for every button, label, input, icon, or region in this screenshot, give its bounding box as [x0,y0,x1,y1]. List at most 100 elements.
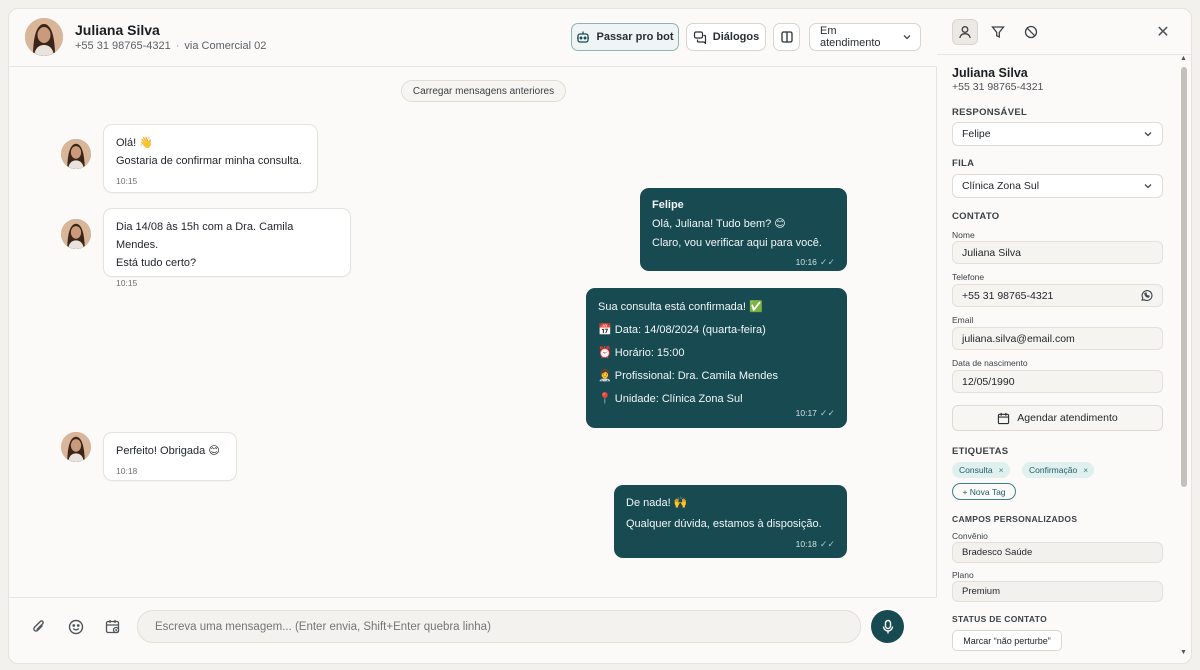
message-text: 📅 Data: 14/08/2024 (quarta-feira) [598,324,766,336]
tab-block[interactable] [1018,19,1044,45]
responsavel-value: Felipe [962,128,991,140]
tag-chip[interactable]: Confirmação × [1022,462,1095,478]
dialogs-icon [693,30,707,44]
scroll-up-icon[interactable]: ▲ [1180,55,1187,62]
double-check-icon: ✓✓ [819,408,835,418]
chevron-down-icon [1143,129,1153,139]
contact-name: Juliana Silva [75,22,160,38]
split-view-icon [780,30,794,44]
message-text: Dia 14/08 às 15h com a Dra. Camila Mende… [116,221,294,251]
message-time: 10:17 [795,408,817,418]
scrollbar-thumb[interactable] [1181,67,1187,487]
section-title-fila: FILA [952,158,975,169]
remove-tag-icon[interactable]: × [999,465,1004,475]
tag-chip[interactable]: Consulta × [952,462,1010,478]
message-text: Perfeito! Obrigada 😊 [116,445,220,457]
tag-label: Confirmação [1029,465,1078,475]
pass-to-bot-button[interactable]: Passar pro bot [571,23,679,51]
double-check-icon: ✓✓ [819,539,835,549]
calendar-icon [997,412,1010,425]
message-text: Qualquer dúvida, estamos à disposição. [626,518,822,530]
message-input[interactable] [137,610,861,643]
user-icon [958,25,972,39]
contact-subline: +55 31 98765-4321 · via Comercial 02 [75,40,266,52]
chevron-down-icon [902,32,912,42]
app-window: Juliana Silva +55 31 98765-4321 · via Come… [8,8,1192,664]
responsavel-select[interactable]: Felipe [952,122,1163,146]
plano-field[interactable]: Premium [952,581,1163,602]
filter-icon [991,25,1005,39]
message-bubble-incoming: Perfeito! Obrigada 😊 10:18 [103,432,237,481]
telefone-label: Telefone [952,272,985,282]
section-title-status: STATUS DE CONTATO [952,614,1047,624]
message-meta: 10:16 ✓✓ [796,253,835,272]
emoji-icon[interactable] [67,618,85,636]
message-text: Gostaria de confirmar minha consulta. [116,155,302,167]
contact-avatar-small [61,432,91,462]
close-icon[interactable]: ✕ [1153,22,1173,42]
convenio-value: Bradesco Saúde [962,547,1033,558]
fila-select[interactable]: Clínica Zona Sul [952,174,1163,198]
side-panel-tabs: ✕ [937,9,1191,55]
pass-to-bot-label: Passar pro bot [596,31,674,43]
toggle-panel-button[interactable] [773,23,800,51]
message-text: De nada! 🙌 [626,497,688,509]
remove-tag-icon[interactable]: × [1083,465,1088,475]
plano-label: Plano [952,570,974,580]
side-panel-scrollbar[interactable]: ▲ ▼ [1180,55,1187,657]
nome-field[interactable]: Juliana Silva [952,241,1163,264]
email-label: Email [952,315,974,325]
nascimento-field[interactable]: 12/05/1990 [952,370,1163,393]
contact-avatar-small [61,219,91,249]
schedule-message-icon[interactable] [104,618,122,636]
tab-contact[interactable] [952,19,978,45]
message-text: Olá! 👋 [116,137,153,149]
attach-icon[interactable] [30,618,48,636]
chevron-down-icon [1143,181,1153,191]
message-time: 10:15 [116,278,138,288]
message-text: Sua consulta está confirmada! ✅ [598,301,763,313]
email-value: juliana.silva@email.com [962,332,1075,345]
section-title-etiquetas: ETIQUETAS [952,446,1009,457]
contact-channel: via Comercial 02 [184,40,267,52]
convenio-field[interactable]: Bradesco Saúde [952,542,1163,563]
telefone-value: +55 31 98765-4321 [962,289,1054,302]
nome-label: Nome [952,230,975,240]
dialogs-button[interactable]: Diálogos [686,23,766,51]
whatsapp-icon[interactable] [1140,289,1153,302]
email-field[interactable]: juliana.silva@email.com [952,327,1163,350]
section-title-responsavel: RESPONSÁVEL [952,107,1028,118]
message-bubble-incoming: Olá! 👋 Gostaria de confirmar minha consu… [103,124,318,193]
message-time: 10:18 [795,539,817,549]
message-time: 10:15 [116,176,138,186]
status-select-value: Em atendimento [820,25,881,49]
separator-dot: · [175,40,180,52]
message-bubble-incoming: Dia 14/08 às 15h com a Dra. Camila Mende… [103,208,351,288]
nome-value: Juliana Silva [962,246,1021,259]
side-contact-name: Juliana Silva [952,66,1028,80]
convenio-label: Convênio [952,531,988,541]
contact-avatar[interactable] [25,18,63,56]
bot-icon [576,30,590,44]
message-text: ⏰ Horário: 15:00 [598,347,685,359]
load-previous-button[interactable]: Carregar mensagens anteriores [401,80,566,102]
nascimento-value: 12/05/1990 [962,375,1015,388]
scroll-down-icon[interactable]: ▼ [1180,649,1187,656]
new-tag-button[interactable]: + Nova Tag [952,483,1016,500]
status-select[interactable]: Em atendimento [809,23,921,51]
fila-value: Clínica Zona Sul [962,180,1040,192]
message-meta: 10:17 ✓✓ [796,406,835,420]
message-bubble-outgoing: Felipe Olá, Juliana! Tudo bem? 😊 Claro, … [640,188,847,271]
tab-filter[interactable] [985,19,1011,45]
tag-label: Consulta [959,465,993,475]
plano-value: Premium [962,586,1001,597]
message-text: 👩‍⚕️ Profissional: Dra. Camila Mendes [598,370,778,382]
block-icon [1024,25,1038,39]
message-bubble-outgoing: De nada! 🙌 Qualquer dúvida, estamos à di… [614,485,847,558]
chat-header: Juliana Silva +55 31 98765-4321 · via Come… [9,9,937,67]
mic-button[interactable] [871,610,904,643]
section-title-campos: CAMPOS PERSONALIZADOS [952,514,1078,524]
schedule-appointment-button[interactable]: Agendar atendimento [952,405,1163,431]
telefone-field[interactable]: +55 31 98765-4321 [952,284,1163,307]
do-not-disturb-button[interactable]: Marcar “não perturbe” [952,630,1062,651]
